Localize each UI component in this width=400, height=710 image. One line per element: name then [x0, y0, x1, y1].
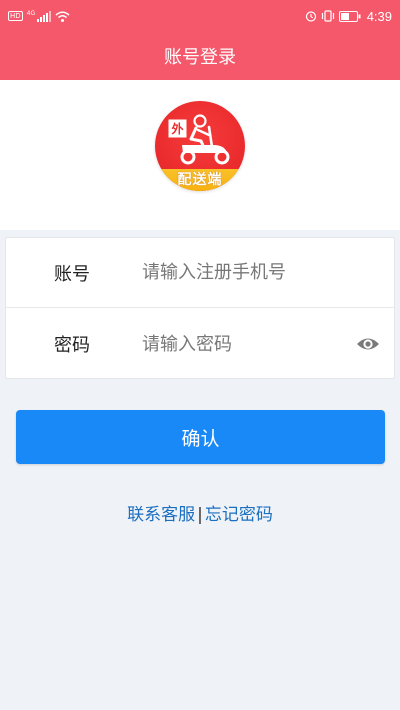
page-title: 账号登录: [164, 47, 236, 68]
eye-icon[interactable]: [356, 334, 380, 354]
account-row: 账号: [6, 238, 394, 308]
wifi-icon: [55, 11, 70, 22]
app-logo: 外 配送端: [155, 101, 245, 191]
contact-service-link[interactable]: 联系客服: [127, 505, 195, 525]
status-right: 4:39: [305, 9, 392, 24]
status-time: 4:39: [366, 8, 392, 24]
title-bar: 账号登录: [0, 32, 400, 80]
logo-badge-char: 外: [171, 121, 183, 136]
forgot-password-link[interactable]: 忘记密码: [205, 505, 273, 525]
confirm-button[interactable]: 确认: [16, 410, 385, 464]
hd-icon: HD: [8, 11, 23, 21]
status-left: HD 4G: [8, 9, 70, 22]
account-label: 账号: [54, 263, 90, 285]
signal-icon: [37, 10, 52, 22]
vibrate-icon: [321, 10, 334, 22]
link-separator: |: [197, 505, 203, 525]
logo-caption: 配送端: [177, 172, 223, 188]
password-input[interactable]: [142, 328, 342, 360]
password-row: 密码: [6, 309, 394, 379]
password-label: 密码: [54, 335, 90, 356]
account-input[interactable]: [142, 256, 342, 289]
footer-links: 联系客服 | 忘记密码: [0, 500, 400, 525]
network-type: 4G: [26, 9, 36, 17]
alarm-icon: [305, 11, 316, 22]
battery-icon: [338, 10, 361, 22]
logo-area: 外 配送端: [0, 80, 400, 230]
login-form: 账号 密码: [5, 237, 395, 379]
status-bar: HD 4G 4:39: [0, 0, 400, 32]
